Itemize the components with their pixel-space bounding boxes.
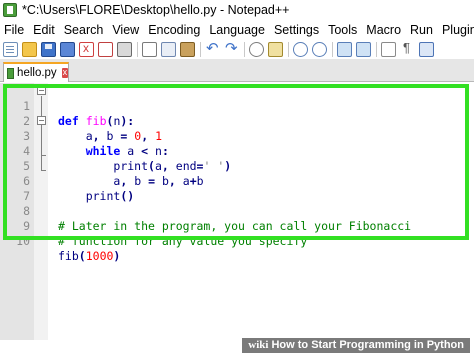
save-all-icon[interactable] <box>60 41 75 57</box>
find-icon[interactable] <box>249 41 264 57</box>
code-comment: # function for any value you specify <box>58 234 308 248</box>
tab-close-icon[interactable]: x <box>61 68 68 78</box>
code-line: 7 <box>0 174 474 203</box>
replace-icon[interactable] <box>268 41 283 57</box>
cut-icon[interactable] <box>142 41 157 57</box>
toolbar-separator <box>288 41 289 57</box>
code-line: 10 fib(1000) <box>0 219 474 263</box>
menu-language[interactable]: Language <box>209 23 265 37</box>
menu-tools[interactable]: Tools <box>328 23 357 37</box>
menu-file[interactable]: File <box>4 23 24 37</box>
sync-vertical-icon[interactable] <box>337 41 352 57</box>
unsaved-file-icon <box>7 67 15 79</box>
zoom-out-icon[interactable] <box>312 41 327 57</box>
toolbar <box>0 39 474 59</box>
copy-icon[interactable] <box>161 41 176 57</box>
zoom-in-icon[interactable] <box>293 41 308 57</box>
code-line: 4 print(a, end=' ') <box>0 129 474 173</box>
wikihow-logo: wiki <box>248 339 269 351</box>
toolbar-separator <box>376 41 377 57</box>
watermark: wiki How to Start Programming in Python <box>242 338 470 353</box>
toolbar-separator <box>200 41 201 57</box>
toolbar-separator <box>137 41 138 57</box>
code-line: 5 a, b = b, a+b <box>0 144 474 188</box>
toolbar-separator <box>332 41 333 57</box>
print-icon[interactable] <box>117 41 132 57</box>
menu-settings[interactable]: Settings <box>274 23 319 37</box>
menu-edit[interactable]: Edit <box>33 23 55 37</box>
code-line: 3 while a < n: <box>0 114 474 158</box>
sync-horizontal-icon[interactable] <box>356 41 371 57</box>
menu-encoding[interactable]: Encoding <box>148 23 200 37</box>
show-all-characters-icon[interactable] <box>400 40 415 57</box>
notepad-plus-plus-icon <box>3 3 17 17</box>
menu-plugins[interactable]: Plugins <box>442 23 474 37</box>
code-text: fib(1000) <box>58 249 121 263</box>
window-title: *C:\Users\FLORE\Desktop\hello.py - Notep… <box>22 3 290 17</box>
title-bar: *C:\Users\FLORE\Desktop\hello.py - Notep… <box>0 0 474 20</box>
menu-macro[interactable]: Macro <box>366 23 401 37</box>
code-line: 2 a, b = 0, 1 <box>0 99 474 143</box>
open-file-icon[interactable] <box>22 41 37 57</box>
code-editor[interactable]: 1 def fib(n): 2 a, b = 0, 1 3 while a < … <box>0 83 474 340</box>
tab-label: hello.py <box>17 67 57 79</box>
new-file-icon[interactable] <box>3 41 18 57</box>
code-line: 1 def fib(n): <box>0 84 474 128</box>
redo-icon[interactable] <box>224 39 239 57</box>
paste-icon[interactable] <box>180 41 195 57</box>
save-icon[interactable] <box>41 41 56 57</box>
menu-search[interactable]: Search <box>64 23 104 37</box>
code-line: 9 # function for any value you specify <box>0 204 474 248</box>
menu-run[interactable]: Run <box>410 23 433 37</box>
menu-view[interactable]: View <box>112 23 139 37</box>
indent-guide-icon[interactable] <box>419 41 434 57</box>
watermark-text: How to Start Programming in Python <box>271 339 464 351</box>
menu-bar: File Edit Search View Encoding Language … <box>0 20 474 39</box>
undo-icon[interactable] <box>205 39 220 57</box>
tab-bar: hello.py x <box>0 59 474 82</box>
toolbar-separator <box>244 41 245 57</box>
code-line: 6 print() <box>0 159 474 203</box>
tab-hello-py[interactable]: hello.py x <box>3 62 69 82</box>
close-all-icon[interactable] <box>98 41 113 57</box>
word-wrap-icon[interactable] <box>381 41 396 57</box>
line-number: 10 <box>16 234 30 248</box>
code-line: 8 # Later in the program, you can call y… <box>0 189 474 233</box>
close-icon[interactable] <box>79 41 94 57</box>
